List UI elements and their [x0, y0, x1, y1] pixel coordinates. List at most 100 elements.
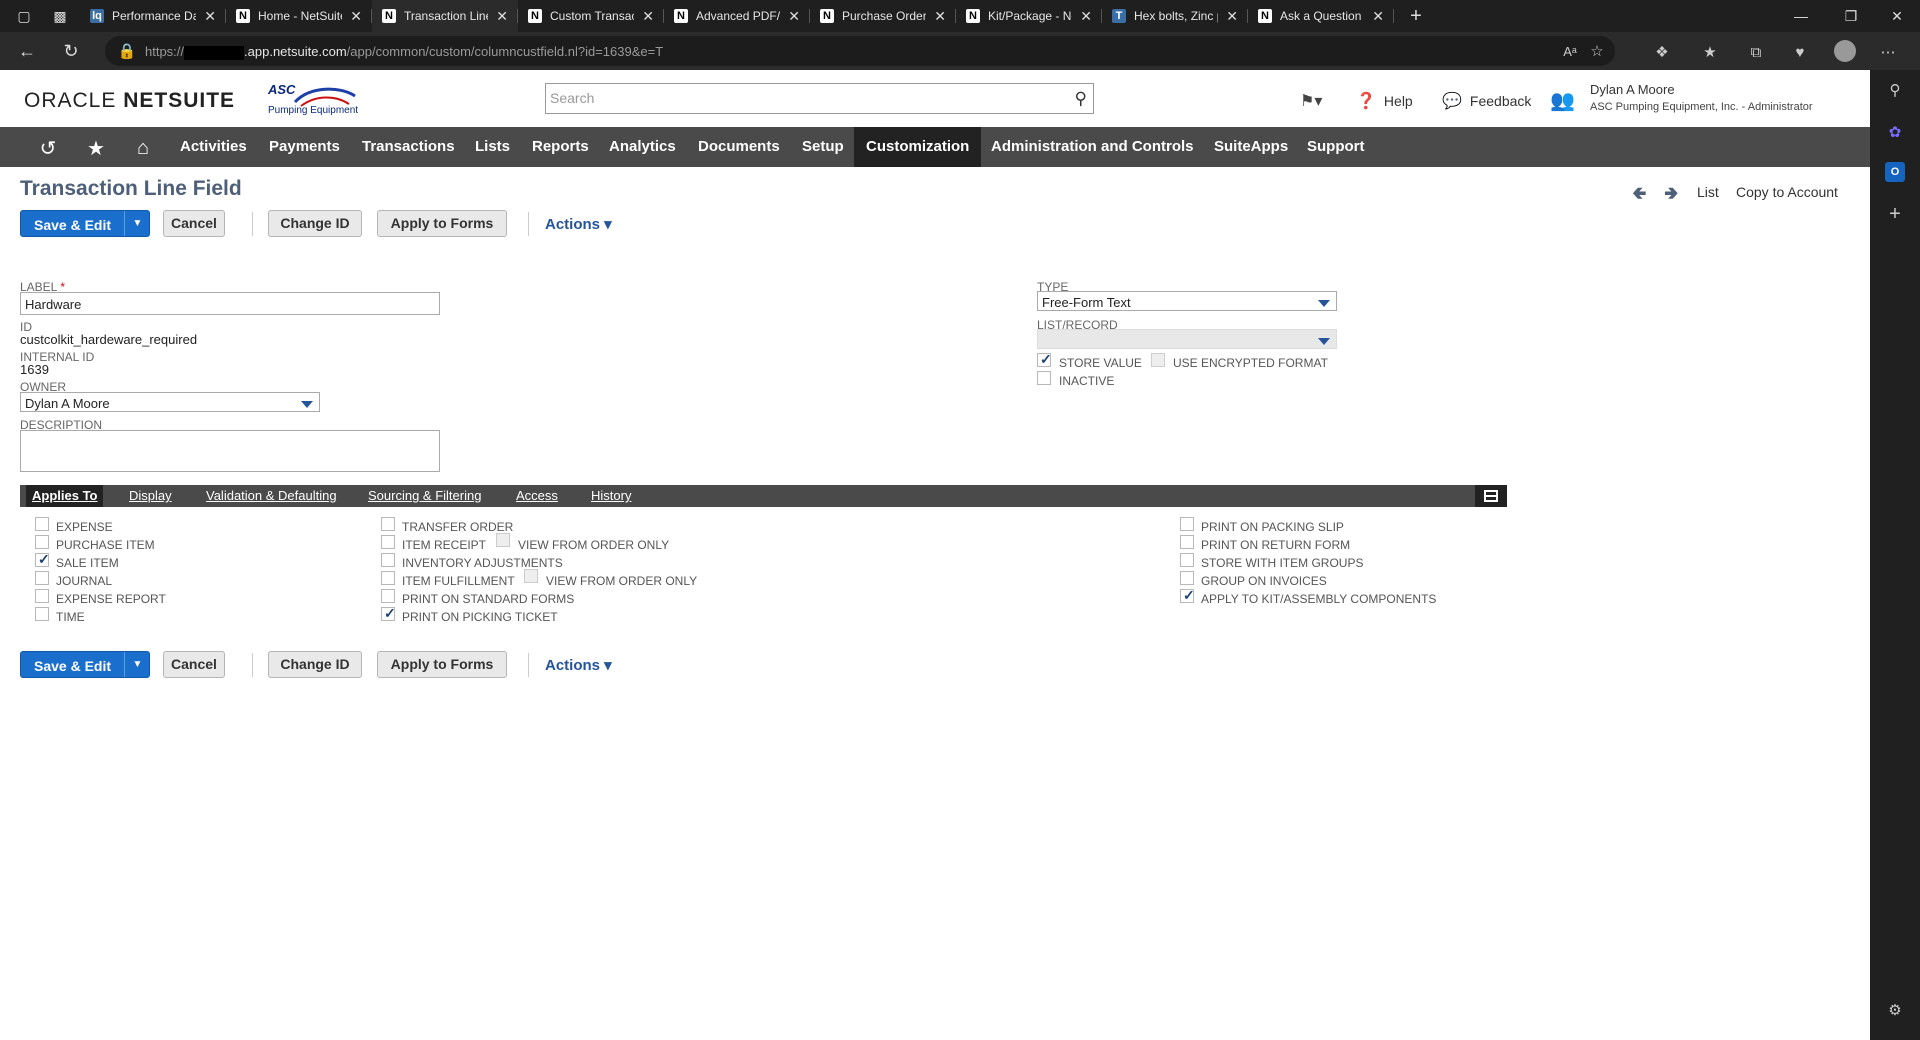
browser-tab[interactable]: N Custom Transaction F ✕	[518, 0, 664, 32]
shortcuts-star-icon[interactable]: ★	[84, 137, 108, 160]
favorite-star-icon[interactable]: ☆	[1587, 41, 1607, 61]
nav-support[interactable]: Support	[1295, 127, 1377, 167]
item-fulfillment-view-from-order-checkbox[interactable]	[524, 569, 538, 583]
copilot-icon[interactable]: ✿	[1885, 122, 1905, 142]
save-options-dropdown-icon[interactable]: ▼	[124, 211, 150, 236]
more-menu-icon[interactable]: ⋯	[1878, 42, 1898, 62]
nav-reports[interactable]: Reports	[520, 127, 601, 167]
minimize-icon[interactable]: —	[1778, 0, 1824, 32]
profile-avatar-icon[interactable]	[1834, 40, 1856, 62]
workspaces-icon[interactable]: ▢	[14, 6, 34, 26]
tab-sourcing-filtering[interactable]: Sourcing & Filtering	[362, 485, 487, 507]
close-tab-icon[interactable]: ✕	[350, 8, 362, 25]
close-tab-icon[interactable]: ✕	[788, 8, 800, 25]
change-id-button-bottom[interactable]: Change ID	[268, 651, 362, 678]
description-textarea[interactable]	[20, 430, 440, 472]
nav-administration[interactable]: Administration and Controls	[979, 127, 1206, 167]
tab-actions-icon[interactable]: ▩	[50, 6, 70, 26]
previous-record-icon[interactable]: 🢀	[1632, 181, 1647, 211]
new-tab-icon[interactable]: +	[1406, 5, 1426, 27]
type-select[interactable]: Free-Form Text	[1037, 291, 1337, 311]
cancel-button-bottom[interactable]: Cancel	[163, 651, 225, 678]
apply-to-kit-assembly-checkbox[interactable]: ✓	[1180, 587, 1195, 603]
group-on-invoices-checkbox[interactable]	[1180, 571, 1194, 585]
nav-analytics[interactable]: Analytics	[597, 127, 688, 167]
tab-validation-defaulting[interactable]: Validation & Defaulting	[200, 485, 343, 507]
nav-lists[interactable]: Lists	[463, 127, 522, 167]
save-edit-button-bottom[interactable]: Save & Edit ▼	[20, 651, 150, 678]
journal-checkbox[interactable]	[35, 571, 49, 585]
time-checkbox[interactable]	[35, 607, 49, 621]
save-edit-button[interactable]: Save & Edit ▼	[20, 210, 150, 237]
browser-tab[interactable]: N Advanced PDF/HTML ✕	[664, 0, 810, 32]
transfer-order-checkbox[interactable]	[381, 517, 395, 531]
list-record-select[interactable]	[1037, 329, 1337, 349]
restore-icon[interactable]: ❐	[1828, 0, 1874, 32]
purchase-item-checkbox[interactable]	[35, 535, 49, 549]
nav-customization[interactable]: Customization	[854, 127, 982, 167]
nav-activities[interactable]: Activities	[168, 127, 259, 167]
nav-suiteapps[interactable]: SuiteApps	[1202, 127, 1300, 167]
help-link[interactable]: ❓ Help	[1356, 91, 1413, 111]
copy-to-account-link[interactable]: Copy to Account	[1736, 184, 1838, 200]
label-input[interactable]: Hardware	[20, 292, 440, 315]
close-tab-icon[interactable]: ✕	[1080, 8, 1092, 25]
nav-documents[interactable]: Documents	[686, 127, 792, 167]
favorites-icon[interactable]: ★	[1700, 42, 1720, 62]
close-tab-icon[interactable]: ✕	[1372, 8, 1384, 25]
nav-transactions[interactable]: Transactions	[350, 127, 467, 167]
inventory-adjustments-checkbox[interactable]	[381, 553, 395, 567]
close-tab-icon[interactable]: ✕	[642, 8, 654, 25]
print-on-picking-ticket-checkbox[interactable]: ✓	[381, 605, 396, 621]
item-fulfillment-checkbox[interactable]	[381, 571, 395, 585]
browser-essentials-icon[interactable]: ♥	[1790, 42, 1810, 62]
search-sidebar-icon[interactable]: ⚲	[1885, 80, 1905, 100]
browser-tab[interactable]: lq Performance Datashe ✕	[80, 0, 226, 32]
close-tab-icon[interactable]: ✕	[496, 8, 508, 25]
print-on-packing-slip-checkbox[interactable]	[1180, 517, 1194, 531]
apply-to-forms-button-bottom[interactable]: Apply to Forms	[377, 651, 507, 678]
close-tab-icon[interactable]: ✕	[1226, 8, 1238, 25]
expense-report-checkbox[interactable]	[35, 589, 49, 603]
global-search[interactable]: ⚲	[545, 83, 1094, 114]
expense-checkbox[interactable]	[35, 517, 49, 531]
feedback-link[interactable]: 💬 Feedback	[1442, 91, 1531, 111]
store-with-item-groups-checkbox[interactable]	[1180, 553, 1194, 567]
actions-menu-bottom[interactable]: Actions ▾	[545, 656, 612, 674]
outlook-icon[interactable]: O	[1885, 162, 1905, 182]
nav-setup[interactable]: Setup	[790, 127, 856, 167]
inactive-checkbox[interactable]	[1037, 371, 1051, 385]
browser-tab[interactable]: N Home - NetSuite (ASC ✕	[226, 0, 372, 32]
url-field[interactable]: 🔒 https://.app.netsuite.com/app/common/c…	[105, 36, 1615, 66]
store-value-checkbox[interactable]: ✓	[1037, 351, 1052, 367]
company-logo[interactable]: ASC Pumping Equipment	[265, 82, 359, 118]
tab-history[interactable]: History	[585, 485, 637, 507]
subtab-layout-toggle[interactable]	[1475, 485, 1507, 507]
next-record-icon[interactable]: 🢂	[1664, 181, 1679, 211]
browser-tab[interactable]: N Ask a Question — Or ✕	[1248, 0, 1394, 32]
print-on-standard-forms-checkbox[interactable]	[381, 589, 395, 603]
close-tab-icon[interactable]: ✕	[204, 8, 216, 25]
collections-icon[interactable]: ⧉	[1746, 42, 1766, 62]
back-icon[interactable]: ←	[17, 41, 37, 61]
global-search-input[interactable]	[550, 90, 1050, 106]
list-link[interactable]: List	[1697, 184, 1719, 200]
tab-access[interactable]: Access	[510, 485, 564, 507]
browser-tab[interactable]: N Transaction Line Field ✕	[372, 0, 518, 32]
recent-history-icon[interactable]: ↺	[36, 137, 60, 160]
recent-records-button[interactable]: ⚑▾	[1300, 91, 1330, 111]
print-on-return-form-checkbox[interactable]	[1180, 535, 1194, 549]
search-icon[interactable]: ⚲	[1075, 89, 1087, 109]
actions-menu[interactable]: Actions ▾	[545, 215, 612, 233]
add-sidebar-app-icon[interactable]: +	[1885, 203, 1905, 225]
browser-tab[interactable]: N Purchase Order - Net ✕	[810, 0, 956, 32]
cancel-button[interactable]: Cancel	[163, 210, 225, 237]
tab-display[interactable]: Display	[123, 485, 178, 507]
close-window-icon[interactable]: ✕	[1874, 0, 1920, 32]
extensions-icon[interactable]: ❖	[1652, 42, 1672, 62]
item-receipt-view-from-order-checkbox[interactable]	[496, 533, 510, 547]
browser-tab[interactable]: N Kit/Package - NetSuit ✕	[956, 0, 1102, 32]
close-tab-icon[interactable]: ✕	[934, 8, 946, 25]
tab-applies-to[interactable]: Applies To	[26, 485, 104, 507]
owner-select[interactable]: Dylan A Moore	[20, 392, 320, 412]
